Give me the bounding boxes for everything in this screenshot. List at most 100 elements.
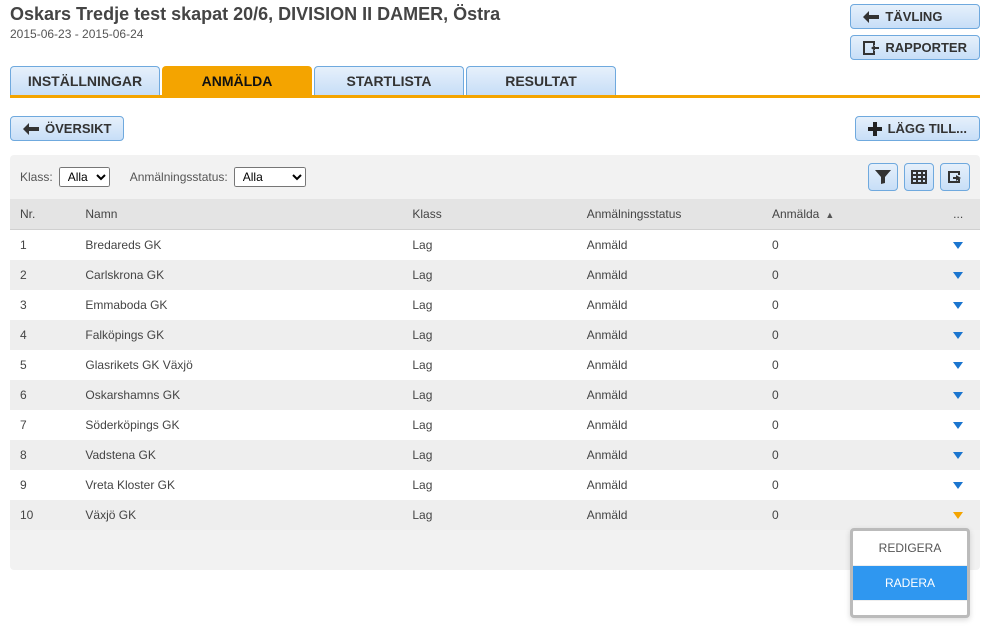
- tab-inställningar[interactable]: INSTÄLLNINGAR: [10, 66, 160, 95]
- cell-klass: Lag: [402, 440, 576, 470]
- table-row: 3Emmaboda GKLagAnmäld0: [10, 290, 980, 320]
- arrow-left-icon: [863, 11, 879, 23]
- share-icon: [947, 170, 963, 184]
- cell-status: Anmäld: [577, 380, 762, 410]
- tab-resultat[interactable]: RESULTAT: [466, 66, 616, 95]
- cell-status: Anmäld: [577, 350, 762, 380]
- cell-namn: Vadstena GK: [75, 440, 402, 470]
- cell-anmalda: 0: [762, 470, 936, 500]
- table-row: 10Växjö GKLagAnmäld0: [10, 500, 980, 530]
- row-menu-toggle[interactable]: [953, 328, 963, 342]
- cell-anmalda: 0: [762, 320, 936, 350]
- cell-anmalda: 0: [762, 380, 936, 410]
- export-icon: [863, 41, 879, 55]
- cell-namn: Glasrikets GK Växjö: [75, 350, 402, 380]
- cell-namn: Oskarshamns GK: [75, 380, 402, 410]
- cell-anmalda: 0: [762, 350, 936, 380]
- menu-item-radera[interactable]: RADERA: [853, 566, 967, 601]
- row-menu-toggle[interactable]: [953, 238, 963, 252]
- table-row: 6Oskarshamns GKLagAnmäld0: [10, 380, 980, 410]
- row-menu-toggle[interactable]: [953, 508, 963, 522]
- row-menu-toggle[interactable]: [953, 358, 963, 372]
- row-menu-toggle[interactable]: [953, 478, 963, 492]
- rapporter-button[interactable]: RAPPORTER: [850, 35, 980, 60]
- table-row: 7Söderköpings GKLagAnmäld0: [10, 410, 980, 440]
- export-table-button[interactable]: [940, 163, 970, 191]
- lagg-till-button[interactable]: LÄGG TILL...: [855, 116, 980, 141]
- col-actions-header[interactable]: ...: [936, 199, 980, 230]
- oversikt-label: ÖVERSIKT: [45, 121, 111, 136]
- cell-anmalda: 0: [762, 440, 936, 470]
- lagg-till-label: LÄGG TILL...: [888, 121, 967, 136]
- cell-nr: 1: [10, 230, 75, 261]
- table-row: 9Vreta Kloster GKLagAnmäld0: [10, 470, 980, 500]
- cell-namn: Växjö GK: [75, 500, 402, 530]
- oversikt-button[interactable]: ÖVERSIKT: [10, 116, 124, 141]
- row-context-menu: REDIGERA RADERA: [850, 528, 970, 618]
- cell-namn: Carlskrona GK: [75, 260, 402, 290]
- cell-klass: Lag: [402, 380, 576, 410]
- tavling-button[interactable]: TÄVLING: [850, 4, 980, 29]
- sort-asc-icon: ▲: [825, 210, 834, 220]
- cell-status: Anmäld: [577, 320, 762, 350]
- cell-klass: Lag: [402, 410, 576, 440]
- grid-icon: [911, 170, 927, 184]
- row-menu-toggle[interactable]: [953, 418, 963, 432]
- arrow-left-icon: [23, 123, 39, 135]
- status-filter-label: Anmälningsstatus:: [130, 170, 228, 184]
- cell-nr: 5: [10, 350, 75, 380]
- tavling-label: TÄVLING: [885, 9, 942, 24]
- row-menu-toggle[interactable]: [953, 268, 963, 282]
- main-tabs: INSTÄLLNINGARANMÄLDASTARTLISTARESULTAT: [10, 66, 980, 98]
- col-status-header[interactable]: Anmälningsstatus: [577, 199, 762, 230]
- row-menu-toggle[interactable]: [953, 388, 963, 402]
- cell-status: Anmäld: [577, 290, 762, 320]
- columns-button[interactable]: [904, 163, 934, 191]
- cell-status: Anmäld: [577, 260, 762, 290]
- cell-nr: 4: [10, 320, 75, 350]
- table-row: 8Vadstena GKLagAnmäld0: [10, 440, 980, 470]
- page-title: Oskars Tredje test skapat 20/6, DIVISION…: [10, 4, 500, 25]
- cell-status: Anmäld: [577, 470, 762, 500]
- tab-startlista[interactable]: STARTLISTA: [314, 66, 464, 95]
- cell-nr: 7: [10, 410, 75, 440]
- rapporter-label: RAPPORTER: [885, 40, 967, 55]
- cell-namn: Söderköpings GK: [75, 410, 402, 440]
- cell-anmalda: 0: [762, 230, 936, 261]
- cell-nr: 9: [10, 470, 75, 500]
- cell-klass: Lag: [402, 500, 576, 530]
- row-menu-toggle[interactable]: [953, 448, 963, 462]
- cell-klass: Lag: [402, 320, 576, 350]
- klass-filter-select[interactable]: Alla: [59, 167, 110, 187]
- klass-filter-label: Klass:: [20, 170, 53, 184]
- cell-klass: Lag: [402, 260, 576, 290]
- row-menu-toggle[interactable]: [953, 298, 963, 312]
- cell-nr: 2: [10, 260, 75, 290]
- cell-status: Anmäld: [577, 410, 762, 440]
- cell-namn: Bredareds GK: [75, 230, 402, 261]
- cell-nr: 8: [10, 440, 75, 470]
- table-row: 4Falköpings GKLagAnmäld0: [10, 320, 980, 350]
- cell-anmalda: 0: [762, 260, 936, 290]
- menu-item-redigera[interactable]: REDIGERA: [853, 531, 967, 566]
- date-range: 2015-06-23 - 2015-06-24: [10, 27, 500, 41]
- table-row: 1Bredareds GKLagAnmäld0: [10, 230, 980, 261]
- col-klass-header[interactable]: Klass: [402, 199, 576, 230]
- cell-nr: 6: [10, 380, 75, 410]
- col-anmalda-header[interactable]: Anmälda▲: [762, 199, 936, 230]
- cell-klass: Lag: [402, 350, 576, 380]
- table-row: 2Carlskrona GKLagAnmäld0: [10, 260, 980, 290]
- funnel-icon: [875, 170, 891, 184]
- cell-namn: Emmaboda GK: [75, 290, 402, 320]
- col-namn-header[interactable]: Namn: [75, 199, 402, 230]
- cell-klass: Lag: [402, 470, 576, 500]
- cell-anmalda: 0: [762, 290, 936, 320]
- tab-anmälda[interactable]: ANMÄLDA: [162, 66, 312, 95]
- cell-status: Anmäld: [577, 500, 762, 530]
- table-row: 5Glasrikets GK VäxjöLagAnmäld0: [10, 350, 980, 380]
- cell-anmalda: 0: [762, 500, 936, 530]
- cell-nr: 3: [10, 290, 75, 320]
- col-nr-header[interactable]: Nr.: [10, 199, 75, 230]
- filter-button[interactable]: [868, 163, 898, 191]
- status-filter-select[interactable]: Alla: [234, 167, 306, 187]
